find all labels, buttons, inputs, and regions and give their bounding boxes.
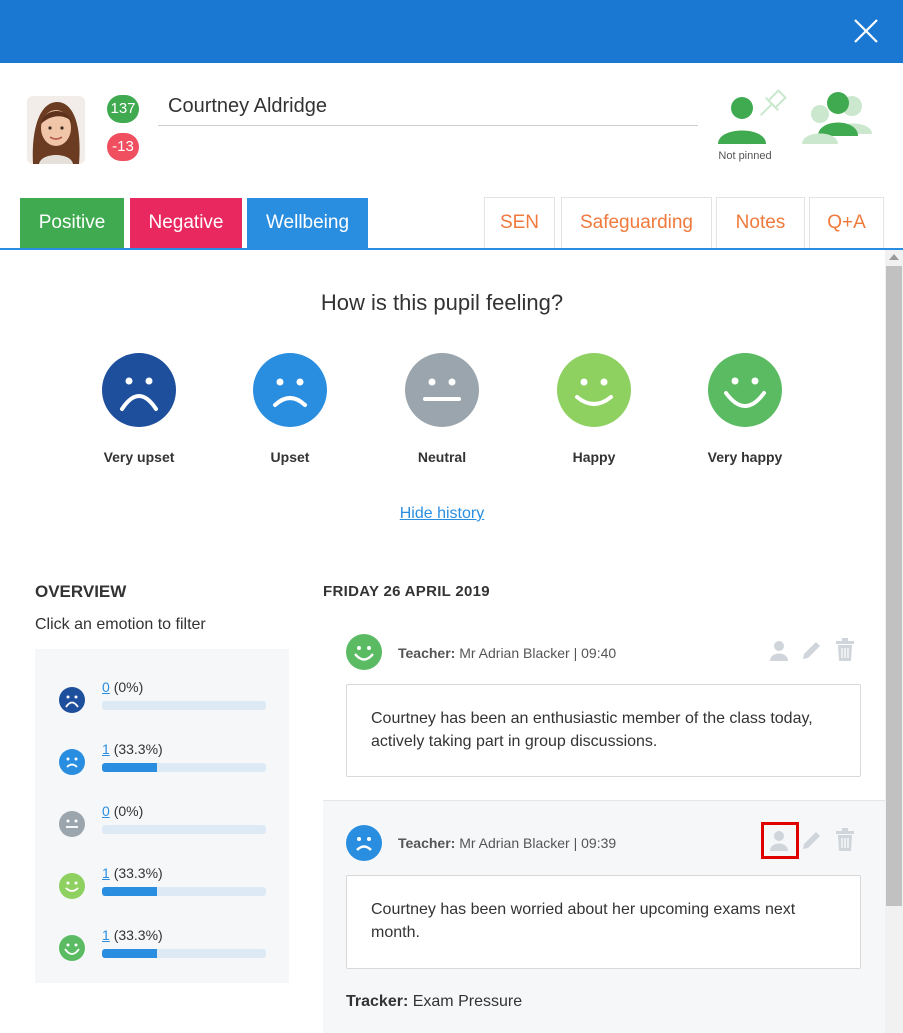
- tab-safeguarding[interactable]: Safeguarding: [561, 197, 712, 248]
- emotion-very-upset-button[interactable]: Very upset: [69, 353, 209, 465]
- tab-negative[interactable]: Negative: [130, 198, 242, 248]
- tab-sen[interactable]: SEN: [484, 197, 555, 248]
- upset-face-icon: [59, 749, 85, 775]
- overview-percent: (0%): [113, 803, 144, 819]
- tab-wellbeing[interactable]: Wellbeing: [247, 198, 368, 248]
- overview-row-very-happy[interactable]: 1 (33.3%): [35, 921, 289, 961]
- neutral-face-icon: [405, 353, 479, 427]
- overview-count-link[interactable]: 0: [102, 679, 110, 695]
- negative-points-badge: -13: [107, 133, 139, 161]
- emotion-label: Happy: [572, 449, 616, 465]
- tab-positive[interactable]: Positive: [20, 198, 124, 248]
- highlight-box: [761, 822, 799, 859]
- teacher-label: Teacher:: [398, 835, 456, 851]
- tracker-label: Tracker:: [346, 993, 409, 1010]
- overview-percent: (33.3%): [113, 927, 163, 943]
- emotion-upset-button[interactable]: Upset: [220, 353, 360, 465]
- pin-person-icon: [718, 89, 787, 144]
- overview-count-link[interactable]: 1: [102, 927, 110, 943]
- overview-percent: (33.3%): [113, 865, 163, 881]
- scrollbar-thumb[interactable]: [886, 266, 902, 906]
- edit-pencil-icon[interactable]: [800, 828, 824, 852]
- wellbeing-question: How is this pupil feeling?: [320, 290, 564, 315]
- happy-face-icon: [59, 873, 85, 899]
- pupil-avatar: [27, 96, 85, 164]
- overview-progress-bar: [102, 887, 266, 896]
- entry-teacher-info: Teacher: Mr Adrian Blacker | 09:39: [398, 835, 616, 851]
- pupil-name-field[interactable]: [158, 88, 698, 126]
- overview-progress-bar: [102, 763, 266, 772]
- edit-pencil-icon[interactable]: [800, 638, 824, 662]
- tab-qa[interactable]: Q+A: [809, 197, 884, 248]
- overview-row-happy[interactable]: 1 (33.3%): [35, 859, 289, 899]
- overview-count-link[interactable]: 1: [102, 865, 110, 881]
- share-with-pupil-icon[interactable]: [767, 638, 791, 662]
- overview-row-neutral[interactable]: 0 (0%): [35, 797, 289, 837]
- overview-count-link[interactable]: 1: [102, 741, 110, 757]
- overview-count-link[interactable]: 0: [102, 803, 110, 819]
- very-happy-face-icon: [708, 353, 782, 427]
- history-entry: Teacher: Mr Adrian Blacker | 09:39 Court…: [323, 800, 885, 1033]
- overview-row-upset[interactable]: 1 (33.3%): [35, 735, 289, 775]
- pin-pupil-button[interactable]: Not pinned: [708, 88, 792, 168]
- emotion-happy-button[interactable]: Happy: [524, 353, 664, 465]
- entry-tracker: Tracker: Exam Pressure: [346, 993, 522, 1011]
- happy-face-icon: [557, 353, 631, 427]
- emotion-label: Very upset: [103, 449, 175, 465]
- very-happy-face-icon: [59, 935, 85, 961]
- overview-progress-fill: [102, 763, 157, 772]
- overview-progress-bar: [102, 825, 266, 834]
- tab-underline: [0, 248, 903, 250]
- emotion-very-happy-button[interactable]: Very happy: [675, 353, 815, 465]
- teacher-label: Teacher:: [398, 645, 456, 661]
- overview-progress-fill: [102, 949, 157, 958]
- scroll-up-arrow-icon[interactable]: [889, 254, 899, 260]
- modal-header-bar: [0, 0, 903, 63]
- overview-title: OVERVIEW: [35, 582, 127, 601]
- entry-actions: [767, 638, 867, 662]
- overview-panel: 0 (0%) 1 (33.3%) 0 (0%) 1 (33.3%) 1 (33.…: [35, 649, 289, 983]
- tab-notes[interactable]: Notes: [716, 197, 805, 248]
- overview-progress-bar: [102, 949, 266, 958]
- very-happy-face-icon: [346, 634, 382, 670]
- overview-subtitle: Click an emotion to filter: [35, 616, 206, 633]
- delete-trash-icon[interactable]: [834, 638, 856, 662]
- overview-progress-bar: [102, 701, 266, 710]
- entry-comment-box: Courtney has been worried about her upco…: [346, 875, 861, 969]
- very-upset-face-icon: [102, 353, 176, 427]
- teacher-name-time: Mr Adrian Blacker | 09:40: [459, 645, 617, 661]
- positive-points-badge: 137: [107, 95, 139, 123]
- overview-percent: (33.3%): [113, 741, 163, 757]
- delete-trash-icon[interactable]: [834, 828, 856, 852]
- neutral-face-icon: [59, 811, 85, 837]
- hide-history-link[interactable]: Hide history: [0, 505, 884, 523]
- entry-teacher-info: Teacher: Mr Adrian Blacker | 09:40: [398, 645, 616, 661]
- upset-face-icon: [346, 825, 382, 861]
- history-entry: Teacher: Mr Adrian Blacker | 09:40 Court…: [323, 618, 885, 800]
- overview-percent: (0%): [113, 679, 144, 695]
- close-icon[interactable]: [851, 16, 881, 46]
- tracker-value: Exam Pressure: [412, 993, 523, 1010]
- entry-comment-box: Courtney has been an enthusiastic member…: [346, 684, 861, 777]
- group-icon[interactable]: [800, 90, 876, 148]
- emotion-label: Very happy: [707, 449, 783, 465]
- emotion-label: Neutral: [417, 449, 467, 465]
- history-date-heading: FRIDAY 26 APRIL 2019: [323, 583, 490, 600]
- teacher-name-time: Mr Adrian Blacker | 09:39: [459, 835, 617, 851]
- overview-progress-fill: [102, 887, 157, 896]
- emotion-neutral-button[interactable]: Neutral: [372, 353, 512, 465]
- overview-row-very-upset[interactable]: 0 (0%): [35, 673, 289, 713]
- pin-status-label: Not pinned: [718, 150, 772, 162]
- upset-face-icon: [253, 353, 327, 427]
- emotion-label: Upset: [270, 449, 310, 465]
- very-upset-face-icon: [59, 687, 85, 713]
